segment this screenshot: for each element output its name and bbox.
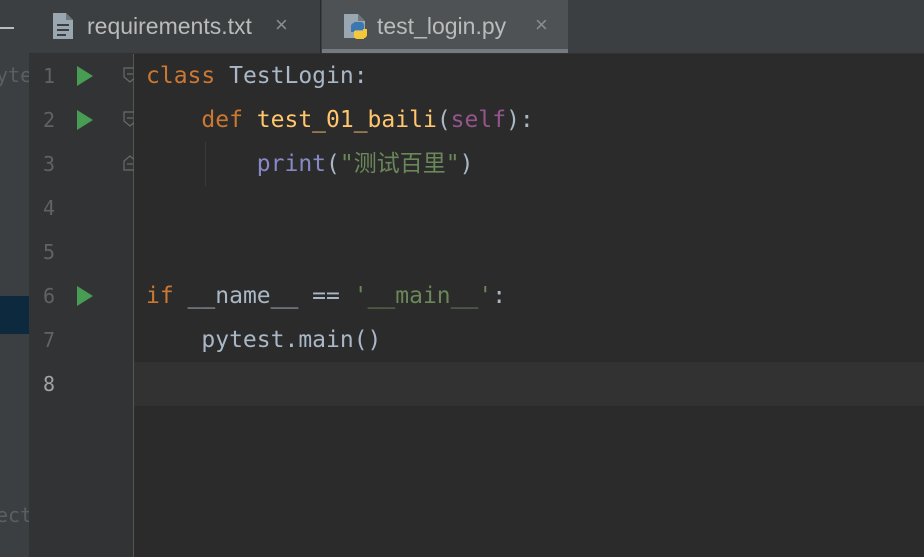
current-line-number: 8 bbox=[42, 372, 55, 396]
sidebar-selected-item[interactable] bbox=[0, 296, 29, 334]
line-number: 1 bbox=[42, 64, 55, 88]
caret-line-highlight bbox=[134, 362, 924, 406]
close-icon[interactable]: × bbox=[275, 12, 288, 38]
gutter-row: 2 bbox=[29, 98, 137, 142]
expression: __name__ == bbox=[173, 283, 354, 309]
gutter-row: 5 bbox=[29, 230, 133, 274]
class-name: TestLogin bbox=[215, 63, 354, 89]
punctuation: ( bbox=[436, 107, 451, 133]
collapse-icon[interactable] bbox=[0, 27, 14, 29]
self-param: self bbox=[450, 107, 507, 133]
punctuation: : bbox=[353, 63, 368, 89]
line-number: 3 bbox=[42, 152, 55, 176]
editor-gutter: 1 2 3 4 5 6 7 8 bbox=[29, 54, 137, 557]
editor-tab-bar: requirements.txt × test_login.py × bbox=[29, 0, 924, 54]
run-gutter-icon[interactable] bbox=[77, 110, 93, 130]
text-file-icon bbox=[52, 12, 74, 46]
line-number: 4 bbox=[42, 196, 55, 220]
code-line-2[interactable]: def test_01_baili(self): bbox=[146, 98, 534, 142]
line-number: 5 bbox=[42, 240, 55, 264]
function-name: test_01_baili bbox=[242, 107, 437, 133]
punctuation: ) bbox=[459, 151, 474, 177]
code-line-1[interactable]: class TestLogin: bbox=[146, 54, 368, 98]
keyword: if bbox=[146, 283, 174, 309]
gutter-row: 1 bbox=[29, 54, 137, 98]
tab-requirements-txt[interactable]: requirements.txt × bbox=[29, 0, 321, 53]
run-gutter-icon[interactable] bbox=[77, 286, 93, 306]
keyword: def bbox=[201, 107, 243, 133]
punctuation: ( bbox=[326, 151, 340, 177]
gutter-row: 6 bbox=[29, 274, 133, 318]
gutter-row: 7 bbox=[29, 318, 133, 362]
line-number: 2 bbox=[42, 108, 55, 132]
close-icon[interactable]: × bbox=[535, 12, 548, 38]
tab-label: test_login.py bbox=[377, 13, 507, 39]
tab-label: requirements.txt bbox=[87, 13, 252, 39]
code-editor[interactable]: class TestLogin: def test_01_baili(self)… bbox=[134, 54, 924, 557]
punctuation: ): bbox=[506, 107, 534, 133]
code-line-6[interactable]: if __name__ == '__main__': bbox=[146, 274, 506, 318]
gutter-row: 3 bbox=[29, 142, 137, 186]
sidebar-cut-text-top: yte bbox=[0, 63, 30, 87]
line-number: 6 bbox=[42, 284, 55, 308]
string-literal: '__main__' bbox=[353, 283, 493, 309]
run-gutter-icon[interactable] bbox=[77, 66, 93, 86]
keyword: class bbox=[146, 63, 216, 89]
gutter-row: 8 bbox=[29, 362, 133, 406]
sidebar-cut-text-bottom: ect bbox=[0, 503, 30, 527]
punctuation: : bbox=[492, 283, 507, 309]
builtin-print: print bbox=[256, 151, 327, 177]
call-expression: pytest.main() bbox=[201, 327, 382, 353]
tab-test-login-py[interactable]: test_login.py × bbox=[322, 0, 568, 53]
python-file-icon bbox=[342, 12, 370, 46]
active-tab-indicator bbox=[322, 49, 568, 53]
string-literal: "测试百里" bbox=[339, 151, 460, 177]
gutter-row: 4 bbox=[29, 186, 133, 230]
code-line-7[interactable]: pytest.main() bbox=[146, 318, 381, 362]
code-line-3[interactable]: print("测试百里") bbox=[146, 142, 474, 186]
project-sidebar[interactable]: yte ect bbox=[0, 0, 30, 557]
line-number: 7 bbox=[42, 328, 55, 352]
